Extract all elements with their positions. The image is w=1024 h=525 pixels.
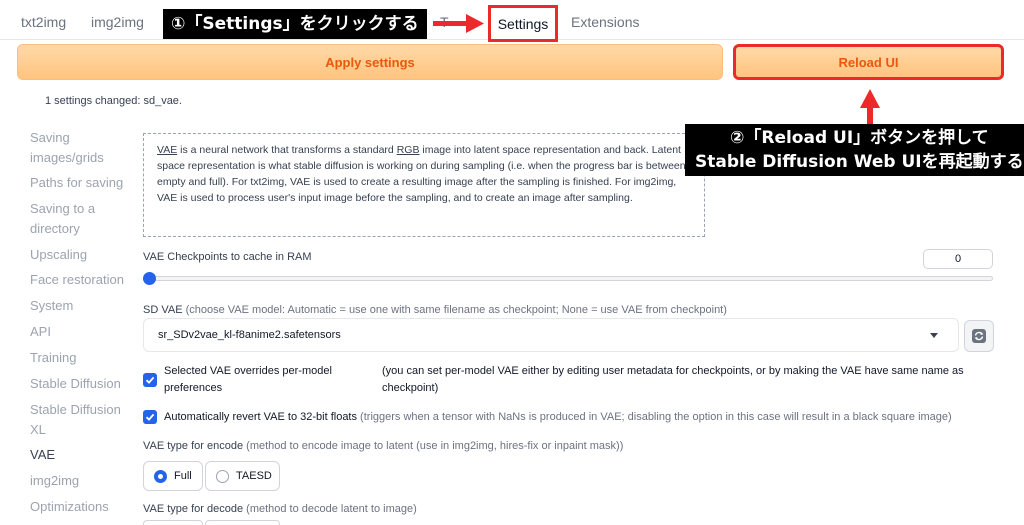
annotation-step2-line1: ②「Reload UI」ボタンを押して: [729, 128, 989, 148]
encode-option-taesd-label: TAESD: [236, 470, 272, 482]
radio-unselected-icon: [216, 469, 229, 483]
refresh-icon: [972, 329, 986, 343]
sidebar-item-vae[interactable]: VAE: [30, 445, 130, 465]
sidebar-item-face-restoration[interactable]: Face restoration: [30, 270, 130, 290]
encode-option-full-label: Full: [174, 470, 192, 482]
sd-vae-label: SD VAE: [143, 304, 183, 316]
radio-selected-icon: [154, 469, 167, 483]
sidebar-item-stable-diffusion[interactable]: Stable Diffusion: [30, 374, 130, 394]
vae-info-box: VAE is a neural network that transforms …: [143, 133, 705, 237]
decode-label: VAE type for decode: [143, 503, 244, 515]
changed-status: 1 settings changed: sd_vae.: [45, 95, 182, 107]
override-label: Selected VAE overrides per-model prefere…: [164, 365, 332, 394]
apply-settings-label: Apply settings: [325, 54, 415, 70]
sidebar-item-system[interactable]: System: [30, 296, 130, 316]
refresh-button[interactable]: [964, 320, 994, 352]
arrow-right-icon: [433, 14, 484, 33]
chevron-down-icon: [930, 333, 938, 338]
sidebar-item-img2img[interactable]: img2img: [30, 471, 130, 491]
sd-vae-label-row: SD VAE (choose VAE model: Automatic = us…: [143, 304, 727, 316]
decode-option-2[interactable]: [205, 520, 280, 525]
sidebar-item-upscaling[interactable]: Upscaling: [30, 245, 130, 265]
annotation-step2: ②「Reload UI」ボタンを押して Stable Diffusion Web…: [685, 124, 1024, 176]
sd-vae-dropdown[interactable]: sr_SDv2vae_kl-f8anime2.safetensors: [143, 318, 959, 352]
encode-hint: (method to encode image to latent (use i…: [243, 440, 624, 452]
encode-label: VAE type for encode: [143, 440, 244, 452]
apply-settings-button[interactable]: Apply settings: [17, 44, 723, 80]
sd-vae-selected-value: sr_SDv2vae_kl-f8anime2.safetensors: [158, 329, 341, 341]
revert-label-row: Automatically revert VAE to 32-bit float…: [164, 409, 952, 426]
check-icon: [145, 413, 155, 421]
encode-option-full[interactable]: Full: [143, 461, 203, 491]
info-text-1: is a neural network that transforms a st…: [177, 144, 397, 156]
arrow-up-icon: [860, 89, 880, 124]
sidebar-item-saving-directory[interactable]: Saving to a directory: [30, 199, 130, 239]
cache-label: VAE Checkpoints to cache in RAM: [143, 251, 312, 263]
decode-label-row: VAE type for decode (method to decode la…: [143, 503, 417, 515]
check-icon: [145, 376, 155, 384]
reload-ui-button[interactable]: Reload UI: [733, 44, 1004, 80]
encode-label-row: VAE type for encode (method to encode im…: [143, 440, 623, 452]
sd-vae-hint: (choose VAE model: Automatic = use one w…: [182, 304, 727, 316]
sidebar-item-saving-images[interactable]: Saving images/grids: [30, 128, 130, 168]
revert-checkbox[interactable]: [143, 410, 157, 424]
revert-label: Automatically revert VAE to 32-bit float…: [164, 411, 357, 423]
decode-option-1[interactable]: [143, 520, 203, 525]
annotation-step2-line2: Stable Diffusion Web UIを再起動する: [695, 152, 1024, 172]
override-checkbox[interactable]: [143, 373, 157, 387]
vae-term: VAE: [157, 144, 178, 156]
sidebar-item-optimizations[interactable]: Optimizations: [30, 497, 130, 517]
revert-hint: (triggers when a tensor with NaNs is pro…: [357, 411, 952, 423]
sidebar-item-paths[interactable]: Paths for saving: [30, 173, 130, 193]
encode-option-taesd[interactable]: TAESD: [205, 461, 280, 491]
sidebar-item-api[interactable]: API: [30, 322, 130, 342]
reload-ui-label: Reload UI: [838, 54, 899, 70]
cache-slider[interactable]: [146, 276, 993, 281]
sidebar-item-stable-diffusion-xl[interactable]: Stable Diffusion XL: [30, 400, 130, 440]
override-hint: (you can set per-model VAE either by edi…: [382, 365, 964, 394]
cache-slider-handle[interactable]: [143, 272, 156, 285]
sidebar-item-training[interactable]: Training: [30, 348, 130, 368]
cache-number-input[interactable]: 0: [923, 249, 993, 269]
decode-hint: (method to decode latent to image): [243, 503, 417, 515]
rgb-term: RGB: [396, 144, 420, 156]
